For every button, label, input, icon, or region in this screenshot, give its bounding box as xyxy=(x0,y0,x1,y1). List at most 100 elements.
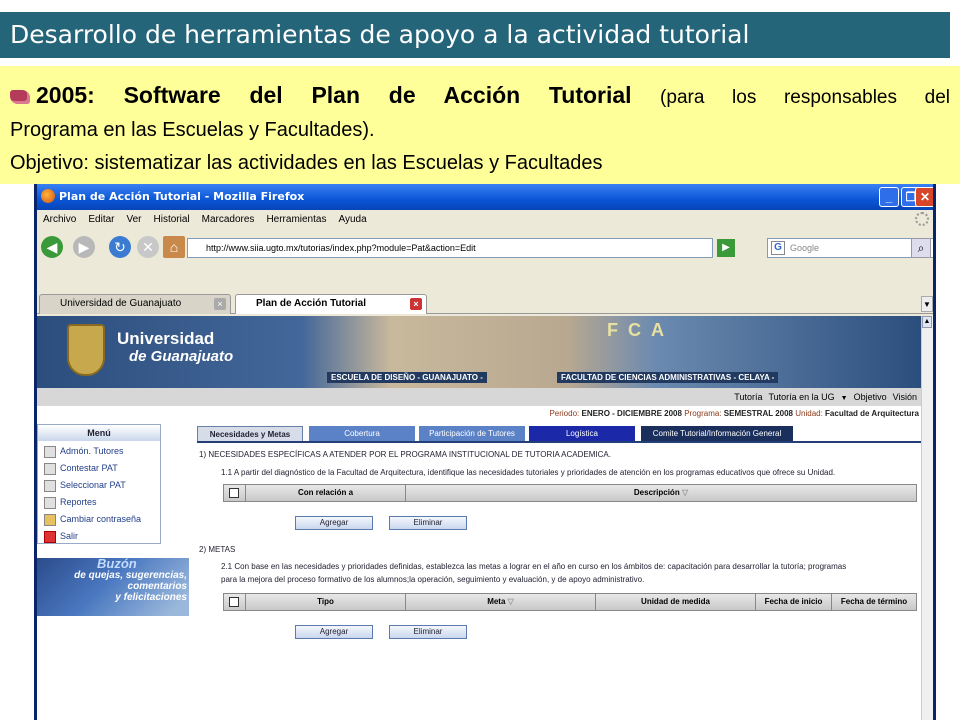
go-icon[interactable]: ▶ xyxy=(717,239,735,257)
menu-marcadores[interactable]: Marcadores xyxy=(202,214,255,225)
window-titlebar[interactable]: Plan de Acción Tutorial - Mozilla Firefo… xyxy=(37,184,933,210)
info-line-2: Programa en las Escuelas y Facultades). xyxy=(10,119,375,141)
select-all-checkbox[interactable] xyxy=(229,597,239,607)
menu-ver[interactable]: Ver xyxy=(126,214,141,225)
menu-title: Menú xyxy=(38,425,160,441)
add-goal-button[interactable]: Agregar xyxy=(295,625,373,639)
chevron-down-icon: ▼ xyxy=(840,395,848,402)
scroll-up-icon[interactable]: ▲ xyxy=(922,316,932,328)
period-value: ENERO - DICIEMBRE 2008 xyxy=(581,409,682,418)
university-name: Universidad xyxy=(117,329,215,348)
buzon-line: y felicitaciones xyxy=(115,592,187,603)
google-icon[interactable]: G xyxy=(771,241,785,255)
menu-ayuda[interactable]: Ayuda xyxy=(338,214,366,225)
university-subname: de Guanajuato xyxy=(129,348,234,365)
tab-close-icon[interactable]: × xyxy=(214,298,226,310)
tab-underline xyxy=(197,441,921,443)
back-icon[interactable]: ◀ xyxy=(41,236,63,258)
tab-necesidades-metas[interactable]: Necesidades y Metas xyxy=(197,426,303,441)
browser-window: Plan de Acción Tutorial - Mozilla Firefo… xyxy=(34,184,936,720)
nav-tutoria[interactable]: Tutoría xyxy=(734,392,762,402)
buzon-line: de quejas, sugerencias, xyxy=(74,570,187,581)
tab-logistica[interactable]: Logística xyxy=(529,426,635,441)
select-all-checkbox[interactable] xyxy=(229,488,239,498)
menu-contestar-pat[interactable]: Contestar PAT xyxy=(44,460,160,477)
tab-plan-accion[interactable]: Plan de Acción Tutorial × xyxy=(235,294,427,314)
header-descripcion[interactable]: Descripción ▽ xyxy=(406,485,916,501)
menu-item-label: Contestar PAT xyxy=(60,463,118,473)
menu-seleccionar-pat[interactable]: Seleccionar PAT xyxy=(44,477,160,494)
select-all-cell xyxy=(224,485,246,501)
program-label: Programa: xyxy=(684,409,722,418)
program-value: SEMESTRAL 2008 xyxy=(723,409,793,418)
tab-cobertura[interactable]: Cobertura xyxy=(309,426,415,441)
header-fecha-termino[interactable]: Fecha de término xyxy=(832,594,916,610)
delete-need-button[interactable]: Eliminar xyxy=(389,516,467,530)
tab-participacion-tutores[interactable]: Participación de Tutores xyxy=(419,426,525,441)
menu-cambiar-contrasena[interactable]: Cambiar contraseña xyxy=(44,511,160,528)
search-icon[interactable]: ⌕ xyxy=(911,238,931,258)
close-icon[interactable]: ✕ xyxy=(915,187,933,207)
side-menu: Menú Admón. Tutores Contestar PAT Selecc… xyxy=(37,424,161,544)
banner-caption-left: ESCUELA DE DISEÑO - GUANAJUATO - xyxy=(327,372,487,383)
header-descripcion-label: Descripción xyxy=(633,488,680,497)
exit-icon xyxy=(44,530,56,543)
tab-plan-accion-label: Plan de Acción Tutorial xyxy=(256,298,367,309)
buzon-text: de quejas, sugerencias, comentarios y feli… xyxy=(61,570,187,603)
menu-reportes[interactable]: Reportes xyxy=(44,494,160,511)
header-fecha-inicio[interactable]: Fecha de inicio xyxy=(756,594,832,610)
header-tipo[interactable]: Tipo xyxy=(246,594,406,610)
header-con-relacion[interactable]: Con relación a xyxy=(246,485,406,501)
navigation-toolbar: ◀ ▶ ↻ ✕ ⌂ http://www.siia.ugto.mx/tutori… xyxy=(37,230,933,264)
home-icon[interactable]: ⌂ xyxy=(163,236,185,258)
users-icon xyxy=(44,445,56,458)
menu-bar: Archivo Editar Ver Historial Marcadores Herra… xyxy=(37,210,933,230)
menu-item-label: Reportes xyxy=(60,497,97,507)
unit-value: Facultad de Arquitectura xyxy=(825,409,919,418)
sort-icon: ▽ xyxy=(681,488,689,497)
reload-icon[interactable]: ↻ xyxy=(109,236,131,258)
info-line-1: 2005: Software del Plan de Acción Tutori… xyxy=(10,82,950,111)
menu-historial[interactable]: Historial xyxy=(154,214,190,225)
url-input[interactable]: http://www.siia.ugto.mx/tutorias/index.p… xyxy=(187,238,713,258)
nav-objetivo[interactable]: Objetivo xyxy=(854,392,887,402)
menu-admon-tutores[interactable]: Admón. Tutores xyxy=(44,443,160,460)
menu-salir[interactable]: Salir xyxy=(44,528,160,545)
info-heading: 2005: Software del Plan de Acción Tutori… xyxy=(36,82,632,108)
tab-close-icon[interactable]: × xyxy=(410,298,422,310)
vertical-scrollbar[interactable]: ▲ xyxy=(921,316,933,720)
firefox-icon xyxy=(41,189,55,203)
tab-list-icon[interactable]: ▼ xyxy=(921,296,933,312)
forward-icon[interactable]: ▶ xyxy=(73,236,95,258)
tab-universidad[interactable]: Universidad de Guanajuato × xyxy=(39,294,231,314)
nav-vision[interactable]: Visión xyxy=(893,392,917,402)
buzon-title: Buzón xyxy=(97,556,137,571)
section2-text-2: para la mejora del proceso formativo de … xyxy=(221,575,645,584)
document-icon xyxy=(44,479,56,492)
delete-goal-button[interactable]: Eliminar xyxy=(389,625,467,639)
sort-icon: ▽ xyxy=(507,597,514,606)
header-meta-label: Meta xyxy=(487,597,506,606)
header-meta[interactable]: Meta ▽ xyxy=(406,594,596,610)
banner-caption-right: FACULTAD DE CIENCIAS ADMINISTRATIVAS - C… xyxy=(557,372,779,383)
key-icon xyxy=(44,513,56,526)
university-seal xyxy=(67,324,105,376)
menu-item-label: Cambiar contraseña xyxy=(60,514,142,524)
header-unidad-medida[interactable]: Unidad de medida xyxy=(596,594,756,610)
goals-table-header: Tipo Meta ▽ Unidad de medida Fecha de in… xyxy=(223,593,917,611)
stop-icon[interactable]: ✕ xyxy=(137,236,159,258)
report-icon xyxy=(44,496,56,509)
add-need-button[interactable]: Agregar xyxy=(295,516,373,530)
menu-archivo[interactable]: Archivo xyxy=(43,214,76,225)
minimize-icon[interactable]: _ xyxy=(879,187,899,207)
banner: Universidad de Guanajuato FCA ESCUELA DE … xyxy=(37,316,921,388)
web-page: Universidad de Guanajuato FCA ESCUELA DE … xyxy=(37,316,921,720)
tab-comite-tutorial[interactable]: Comite Tutorial/Información General xyxy=(641,426,793,441)
slide-title: Desarrollo de herramientas de apoyo a la… xyxy=(0,12,950,58)
unit-label: Unidad: xyxy=(795,409,823,418)
menu-item-label: Seleccionar PAT xyxy=(60,480,126,490)
menu-editar[interactable]: Editar xyxy=(88,214,114,225)
nav-tutoria-ug[interactable]: Tutoría en la UG xyxy=(768,392,834,402)
buzon-banner[interactable]: Buzón de quejas, sugerencias, comentarios… xyxy=(37,556,189,616)
menu-herramientas[interactable]: Herramientas xyxy=(266,214,326,225)
